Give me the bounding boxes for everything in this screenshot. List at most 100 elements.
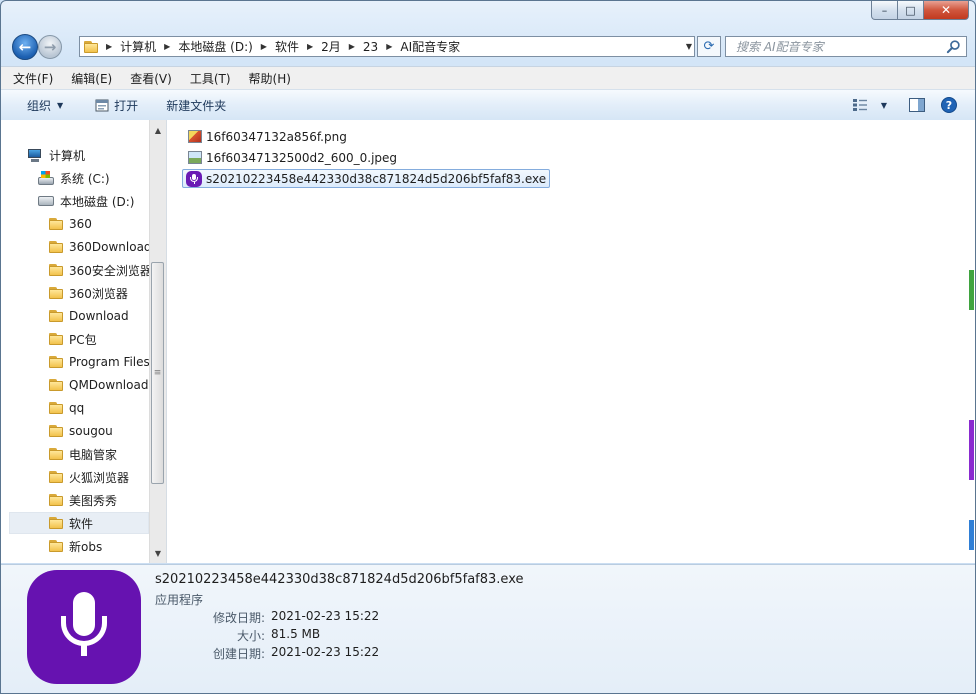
address-history-dropdown-icon[interactable]: ▼ [686, 42, 692, 51]
caption-buttons: – □ ✕ [871, 1, 969, 20]
tree-item-d-drive[interactable]: 本地磁盘 (D:) [38, 190, 134, 212]
open-button[interactable]: 打开 [87, 90, 146, 120]
folder-icon [49, 402, 63, 414]
tree-item-folder[interactable]: 360浏览器 [49, 282, 128, 304]
background-window-edge [969, 270, 974, 310]
preview-pane-button[interactable] [901, 90, 933, 120]
tree-item-folder[interactable]: Program Files [49, 351, 150, 373]
view-options-button[interactable]: ▼ [845, 90, 895, 120]
search-icon[interactable] [946, 39, 961, 54]
svg-text:?: ? [946, 99, 952, 112]
menu-tools[interactable]: 工具(T) [184, 70, 237, 87]
breadcrumb-chevron-icon[interactable]: ▶ [256, 42, 272, 51]
chevron-down-icon: ▼ [57, 100, 64, 110]
breadcrumb-computer[interactable]: 计算机 [117, 37, 159, 56]
file-item-selected[interactable]: s20210223458e442330d38c871824d5d206bf5fa… [182, 169, 551, 188]
back-arrow-icon: ← [18, 38, 32, 56]
details-modified-value: 2021-02-23 15:22 [271, 609, 380, 623]
folder-icon [49, 494, 63, 506]
tree-item-folder[interactable]: sougou [49, 420, 113, 442]
back-button[interactable]: ← [12, 34, 38, 60]
details-modified-label: 修改日期: [212, 611, 265, 625]
breadcrumb-chevron-icon[interactable]: ▶ [344, 42, 360, 51]
folder-icon [49, 264, 63, 276]
menu-file[interactable]: 文件(F) [7, 70, 59, 87]
tree-item-folder[interactable]: qq [49, 397, 84, 419]
address-bar[interactable]: ▶ 计算机 ▶ 本地磁盘 (D:) ▶ 软件 ▶ 2月 ▶ 23 ▶ AI配音专… [79, 36, 695, 57]
breadcrumb-d-drive[interactable]: 本地磁盘 (D:) [175, 37, 255, 56]
tree-item-folder[interactable]: 360Download [49, 236, 152, 258]
new-folder-label: 新建文件夹 [166, 98, 227, 113]
folder-icon [49, 356, 63, 368]
menu-edit[interactable]: 编辑(E) [65, 70, 118, 87]
file-name: 16f60347132a856f.png [206, 129, 347, 144]
organize-button[interactable]: 组织 ▼ [19, 90, 71, 120]
file-list-pane: 16f60347132a856f.png 16f60347132500d2_60… [167, 120, 975, 563]
folder-icon [49, 287, 63, 299]
breadcrumb-chevron-icon[interactable]: ▶ [302, 42, 318, 51]
png-image-icon [188, 130, 202, 143]
scroll-down-icon[interactable]: ▼ [150, 545, 166, 561]
tree-item-label: 系统 (C:) [60, 171, 110, 186]
tree-item-folder[interactable]: Download [49, 305, 129, 327]
scroll-up-icon[interactable]: ▲ [150, 122, 166, 138]
tree-item-computer[interactable]: 计算机 [27, 144, 85, 166]
view-options-icon [852, 99, 867, 111]
menu-view[interactable]: 查看(V) [124, 70, 178, 87]
tree-item-folder[interactable]: 软件 [9, 512, 149, 534]
details-file-type: 应用程序 [155, 593, 204, 607]
tree-item-folder[interactable]: 火狐浏览器 [49, 466, 129, 488]
tree-item-folder[interactable]: 360 [49, 213, 92, 235]
breadcrumb-23[interactable]: 23 [360, 37, 381, 56]
breadcrumb-chevron-icon[interactable]: ▶ [381, 42, 397, 51]
tree-item-label: 新obs [69, 539, 103, 554]
tree-item-c-drive[interactable]: 系统 (C:) [38, 167, 110, 189]
search-input[interactable] [726, 38, 948, 55]
folder-icon [49, 540, 63, 552]
tree-item-folder[interactable]: 360安全浏览器 [49, 259, 152, 281]
scrollbar-thumb[interactable]: ≡ [151, 262, 164, 484]
tree-item-label: 火狐浏览器 [69, 470, 130, 485]
details-created-label: 创建日期: [212, 647, 265, 661]
tree-item-label: 360Download [69, 240, 152, 254]
folder-icon [49, 310, 63, 322]
breadcrumb-chevron-icon[interactable]: ▶ [159, 42, 175, 51]
explorer-window: – □ ✕ ← → ▶ 计算机 ▶ 本地磁盘 (D:) ▶ 软件 ▶ 2月 ▶ … [0, 0, 976, 694]
refresh-icon: ⟳ [703, 39, 715, 54]
tree-item-folder[interactable]: 新obs [49, 535, 102, 557]
tree-item-folder[interactable]: PC包 [49, 328, 97, 350]
tree-item-folder[interactable]: 美图秀秀 [49, 489, 117, 511]
minimize-button[interactable]: – [871, 1, 898, 20]
refresh-button[interactable]: ⟳ [697, 36, 721, 57]
background-window-edge [969, 420, 974, 480]
folder-icon [49, 517, 63, 529]
details-size-label: 大小: [236, 629, 265, 643]
file-item[interactable]: 16f60347132a856f.png [185, 127, 350, 146]
help-icon: ? [941, 97, 957, 113]
new-folder-button[interactable]: 新建文件夹 [158, 90, 234, 120]
chevron-down-icon: ▼ [880, 100, 887, 110]
file-item[interactable]: 16f60347132500d2_600_0.jpeg [185, 148, 400, 167]
command-bar: 组织 ▼ 打开 新建文件夹 ▼ ? [1, 89, 975, 121]
tree-item-label: 软件 [69, 516, 94, 531]
file-name: s20210223458e442330d38c871824d5d206bf5fa… [206, 171, 547, 186]
tree-item-folder[interactable]: 电脑管家 [49, 443, 117, 465]
open-icon [95, 99, 109, 112]
navigation-scrollbar[interactable]: ▲ ≡ ▼ [149, 120, 166, 563]
close-button[interactable]: ✕ [924, 1, 969, 20]
folder-icon [49, 448, 63, 460]
breadcrumb-ai-dubbing[interactable]: AI配音专家 [397, 37, 463, 56]
tree-item-label: sougou [69, 424, 113, 438]
breadcrumb-software[interactable]: 软件 [272, 37, 302, 56]
menu-help[interactable]: 帮助(H) [243, 70, 297, 87]
help-button[interactable]: ? [933, 90, 965, 120]
breadcrumb-chevron-icon[interactable]: ▶ [101, 42, 117, 51]
search-box[interactable] [725, 36, 967, 57]
folder-icon [49, 471, 63, 483]
forward-button[interactable]: → [38, 35, 62, 59]
tree-item-folder[interactable]: QMDownload [49, 374, 148, 396]
menu-bar: 文件(F) 编辑(E) 查看(V) 工具(T) 帮助(H) [1, 66, 975, 89]
microphone-app-icon [186, 170, 202, 187]
breadcrumb-february[interactable]: 2月 [318, 37, 344, 56]
maximize-button[interactable]: □ [898, 1, 924, 20]
